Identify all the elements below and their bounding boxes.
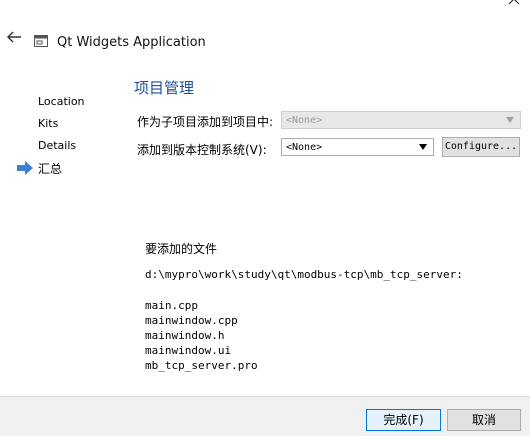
subproject-label: 作为子项目添加到项目中: xyxy=(137,115,274,129)
subproject-combobox[interactable]: <None> xyxy=(281,111,521,129)
file-list: main.cpp mainwindow.cpp mainwindow.h mai… xyxy=(145,298,258,373)
finish-button[interactable]: 完成(F) xyxy=(366,409,441,431)
wizard-title: Qt Widgets Application xyxy=(57,35,206,50)
close-icon[interactable] xyxy=(505,0,523,10)
list-item: mainwindow.ui xyxy=(145,344,232,357)
chevron-down-icon xyxy=(419,144,427,150)
configure-button[interactable]: Configure... xyxy=(442,137,520,157)
step-location: Location xyxy=(38,95,85,108)
step-details: Details xyxy=(38,139,77,152)
list-item: mainwindow.h xyxy=(145,329,225,342)
cancel-button[interactable]: 取消 xyxy=(447,409,521,431)
step-kits: Kits xyxy=(38,117,59,130)
list-item: mb_tcp_server.pro xyxy=(145,359,258,372)
vcs-value: <None> xyxy=(286,142,323,153)
wizard-header: Qt Widgets Application xyxy=(0,26,530,58)
app-window-icon xyxy=(34,35,48,47)
summary-path: d:\mypro\work\study\qt\modbus-tcp\mb_tcp… xyxy=(145,268,463,281)
subproject-value: <None> xyxy=(286,115,323,126)
vcs-combobox[interactable]: <None> xyxy=(281,138,434,156)
list-item: mainwindow.cpp xyxy=(145,314,238,327)
step-summary: 汇总 xyxy=(38,162,63,176)
vcs-label: 添加到版本控制系统(V): xyxy=(137,143,267,157)
chevron-down-icon xyxy=(506,117,514,123)
wizard-footer: 完成(F) 取消 xyxy=(0,396,530,436)
back-arrow-icon[interactable] xyxy=(5,28,23,46)
current-step-arrow-icon xyxy=(17,161,33,175)
summary-heading: 要添加的文件 xyxy=(145,242,218,256)
page-title: 项目管理 xyxy=(134,79,195,97)
list-item: main.cpp xyxy=(145,299,198,312)
